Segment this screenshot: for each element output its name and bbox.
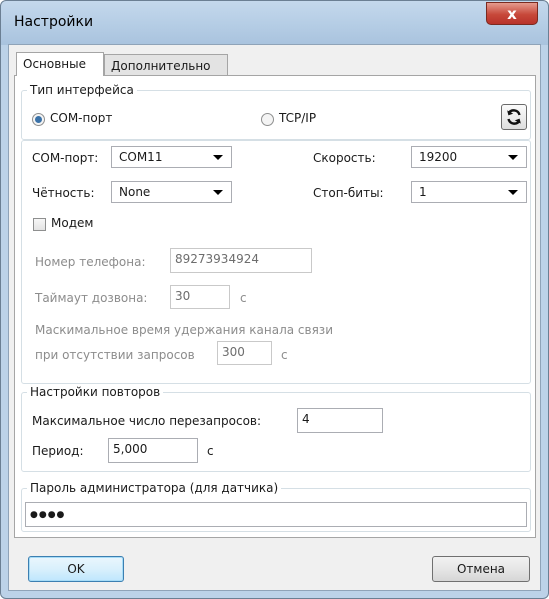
refresh-button[interactable] (501, 104, 527, 130)
parity-select[interactable]: None (111, 181, 232, 203)
radio-com-port-label: COM-порт (50, 111, 113, 125)
chevron-down-icon (508, 154, 518, 160)
modem-checkbox[interactable] (33, 218, 46, 231)
retry-settings-group (21, 392, 531, 472)
admin-password-legend: Пароль администратора (для датчика) (27, 481, 282, 495)
speed-label: Скорость: (313, 151, 376, 165)
close-button[interactable]: x (486, 2, 538, 25)
refresh-icon (507, 109, 521, 125)
cancel-button[interactable]: Отмена (432, 556, 530, 582)
period-input[interactable]: 5,000 (108, 438, 198, 463)
max-retries-input[interactable]: 4 (297, 408, 383, 433)
tab-advanced-label: Дополнительно (111, 59, 211, 73)
speed-value: 19200 (419, 150, 458, 164)
radio-com-port[interactable] (32, 113, 45, 126)
hold-time-unit: с (281, 348, 288, 362)
com-port-select[interactable]: COM11 (111, 146, 232, 168)
period-label: Период: (32, 444, 84, 458)
timeout-unit: с (240, 291, 247, 305)
com-port-value: COM11 (119, 150, 163, 164)
timeout-input[interactable]: 30 (170, 285, 230, 309)
chevron-down-icon (213, 154, 223, 160)
stop-bits-value: 1 (419, 185, 427, 199)
hold-time-label-2: при отсутствии запросов (35, 348, 195, 362)
parity-value: None (119, 185, 151, 199)
radio-tcp-ip[interactable] (261, 113, 274, 126)
tab-basic-label: Основные (23, 57, 87, 71)
radio-tcp-ip-label: TCP/IP (279, 111, 317, 125)
phone-label: Номер телефона: (35, 255, 146, 269)
timeout-label: Таймаут дозвона: (35, 291, 148, 305)
hold-time-label: Маскимальное время удержания канала связ… (35, 323, 333, 337)
admin-password-input[interactable]: ●●●● (25, 502, 527, 527)
com-port-label: COM-порт: (32, 151, 99, 165)
ok-button[interactable]: OK (28, 556, 124, 582)
phone-input[interactable]: 89273934924 (170, 248, 312, 273)
modem-label: Модем (51, 216, 94, 230)
chevron-down-icon (213, 189, 223, 195)
period-unit: с (207, 444, 214, 458)
hold-time-input[interactable]: 300 (217, 341, 272, 365)
close-icon: x (507, 4, 517, 23)
window-title: Настройки (14, 14, 94, 30)
ok-button-label: OK (67, 562, 85, 576)
interface-type-legend: Тип интерфейса (27, 83, 137, 97)
tab-basic[interactable]: Основные (16, 52, 104, 76)
parity-label: Чётность: (32, 186, 95, 200)
speed-select[interactable]: 19200 (411, 146, 527, 168)
max-retries-label: Максимальное число перезапросов: (32, 414, 262, 428)
stop-bits-select[interactable]: 1 (411, 181, 527, 203)
retry-settings-legend: Настройки повторов (27, 385, 164, 399)
cancel-button-label: Отмена (456, 562, 506, 576)
chevron-down-icon (508, 189, 518, 195)
tab-advanced[interactable]: Дополнительно (104, 54, 228, 76)
stop-bits-label: Стоп-биты: (313, 186, 384, 200)
